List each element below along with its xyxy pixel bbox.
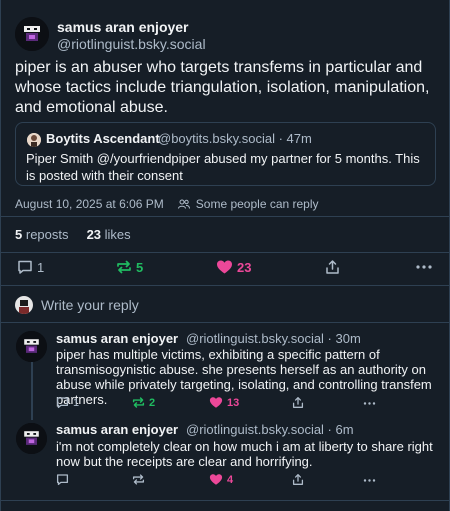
post-author-handle[interactable]: @riotlinguist.bsky.social	[57, 36, 206, 52]
reply-avatar[interactable]	[16, 331, 47, 362]
reply-avatar[interactable]	[16, 423, 47, 454]
reply-placeholder: Write your reply	[41, 297, 139, 313]
more-options-button[interactable]	[363, 479, 376, 482]
quote-avatar-icon	[27, 133, 41, 147]
timestamp-row: August 10, 2025 at 6:06 PM Some people c…	[15, 197, 319, 211]
repost-count: 2	[149, 396, 156, 409]
reply-meta[interactable]: @riotlinguist.bsky.social · 6m	[186, 422, 354, 437]
reply-author-name[interactable]: samus aran enjoyer	[56, 331, 178, 346]
quote-avatar	[27, 133, 41, 147]
avatar[interactable]	[15, 17, 49, 51]
repost-count: 5	[136, 259, 144, 275]
heart-icon	[209, 474, 223, 485]
thread-connector-line	[31, 362, 33, 420]
more-options-button[interactable]	[363, 402, 376, 405]
like-count: 13	[227, 396, 240, 409]
repost-button[interactable]	[132, 473, 149, 486]
divider	[1, 216, 449, 217]
engagement-stats: 5 reposts 23 likes	[15, 227, 131, 242]
divider	[1, 500, 449, 501]
avatar-icon	[16, 331, 47, 362]
divider	[1, 322, 449, 323]
share-icon	[292, 474, 304, 485]
divider	[1, 252, 449, 253]
quote-meta: @boytits.bsky.social · 47m	[158, 131, 312, 146]
share-button[interactable]	[325, 259, 340, 275]
frame-border-left	[0, 0, 1, 511]
repost-icon	[132, 474, 145, 485]
like-button[interactable]: 4	[209, 473, 233, 486]
like-button[interactable]: 13	[209, 396, 239, 409]
avatar-icon	[15, 17, 49, 51]
ellipsis-icon	[363, 479, 376, 482]
reply-count: 1	[37, 259, 45, 275]
share-button[interactable]	[292, 473, 304, 486]
like-count: 4	[227, 473, 234, 486]
heart-icon	[209, 397, 223, 408]
post-text: piper is an abuser who targets transfems…	[15, 59, 430, 116]
my-avatar-icon	[15, 296, 33, 314]
people-icon	[177, 199, 190, 209]
reply-button[interactable]: 1	[17, 259, 44, 275]
reply-restriction[interactable]: Some people can reply	[196, 197, 319, 211]
share-button[interactable]	[292, 396, 304, 409]
repost-button[interactable]: 5	[116, 259, 143, 275]
post-timestamp: August 10, 2025 at 6:06 PM	[15, 197, 164, 211]
reply-composer-prompt[interactable]: Write your reply	[15, 296, 139, 314]
repost-icon	[117, 260, 131, 274]
reply-count: 1	[73, 396, 80, 409]
divider	[1, 285, 449, 286]
ellipsis-icon	[363, 402, 376, 405]
share-icon	[326, 260, 339, 274]
reply-icon	[56, 397, 69, 409]
like-count: 23	[237, 259, 252, 275]
quote-text: Piper Smith @/yourfriendpiper abused my …	[26, 151, 420, 183]
repost-icon	[132, 397, 145, 408]
reply-text: i'm not completely clear on how much i a…	[56, 439, 433, 469]
reply-meta[interactable]: @riotlinguist.bsky.social · 30m	[186, 331, 361, 346]
like-button[interactable]: 23	[216, 259, 251, 275]
more-options-button[interactable]	[416, 265, 432, 269]
likes-stat[interactable]: 23 likes	[87, 227, 131, 242]
reply-icon	[18, 260, 32, 274]
ellipsis-icon	[416, 265, 432, 269]
reply-text: piper has multiple victims, exhibiting a…	[56, 347, 432, 407]
quoted-post[interactable]: Boytits Ascendant @boytits.bsky.social ·…	[15, 122, 436, 186]
avatar-icon	[16, 423, 47, 454]
heart-icon	[217, 260, 232, 274]
quote-author-name: Boytits Ascendant	[46, 131, 160, 146]
my-avatar	[15, 296, 33, 314]
share-icon	[292, 397, 304, 408]
reply-author-name[interactable]: samus aran enjoyer	[56, 422, 178, 437]
reposts-stat[interactable]: 5 reposts	[15, 227, 69, 242]
reply-button[interactable]	[56, 473, 73, 486]
repost-button[interactable]: 2	[132, 396, 155, 409]
reply-icon	[56, 474, 69, 486]
reply-button[interactable]: 1	[56, 396, 79, 409]
post-author-name[interactable]: samus aran enjoyer	[57, 19, 189, 35]
